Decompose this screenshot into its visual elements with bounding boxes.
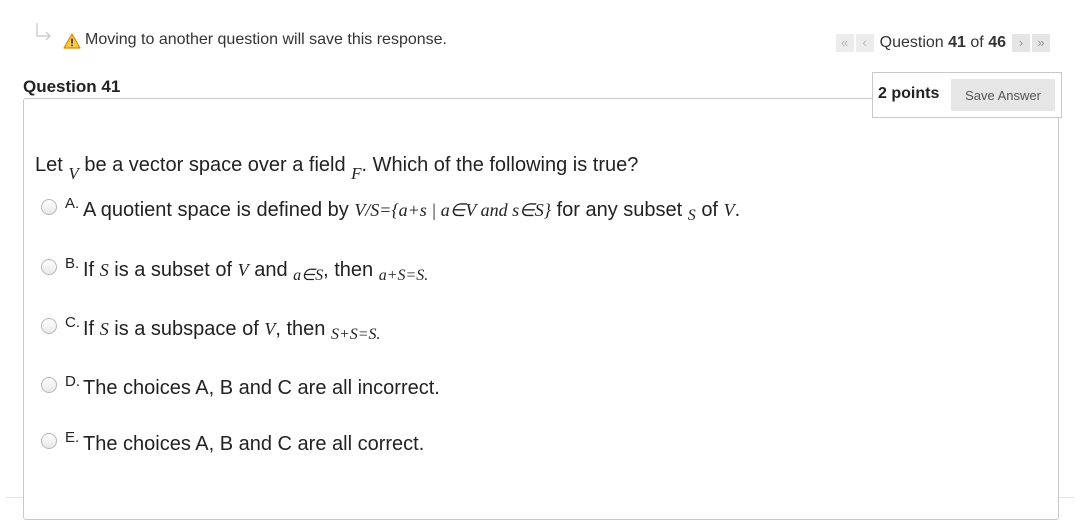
question-title: Question 41	[23, 77, 121, 96]
warning-icon	[63, 33, 81, 49]
choice-d-text: The choices A, B and C are all incorrect…	[83, 377, 440, 399]
prev-question-button[interactable]: ‹	[855, 34, 874, 52]
points-panel: 2 points Save Answer	[872, 72, 1062, 118]
return-arrow-icon	[36, 23, 51, 41]
choice-a-text: A quotient space is defined by V/S={a+s …	[83, 199, 741, 224]
choice-b-text: If S is a subset of V and a∈S, then a+S=…	[83, 259, 429, 284]
header-bar: Moving to another question will save thi…	[0, 0, 1080, 70]
choice-e-radio[interactable]	[41, 433, 57, 449]
choice-a-radio[interactable]	[41, 199, 57, 215]
math-v: V	[68, 164, 79, 183]
points-value: 2 points	[878, 85, 940, 102]
choice-c-radio[interactable]	[41, 318, 57, 334]
choice-c-text: If S is a subspace of V, then S+S=S.	[83, 318, 381, 343]
choice-b-radio[interactable]	[41, 259, 57, 275]
math-f: F	[351, 164, 362, 183]
question-counter: Question 41 of 46	[879, 34, 1006, 51]
question-navigation: « ‹ Question 41 of 46 › »	[834, 33, 1050, 53]
next-question-button[interactable]: ›	[1012, 34, 1030, 52]
choice-e-text: The choices A, B and C are all correct.	[83, 433, 425, 455]
last-question-button[interactable]: »	[1032, 34, 1050, 52]
choice-d-radio[interactable]	[41, 377, 57, 393]
question-stem: Let V be a vector space over a field F. …	[35, 154, 639, 183]
save-answer-button[interactable]: Save Answer	[951, 79, 1055, 111]
first-question-button[interactable]: «	[835, 34, 854, 52]
warning-message: Moving to another question will save thi…	[85, 31, 447, 48]
